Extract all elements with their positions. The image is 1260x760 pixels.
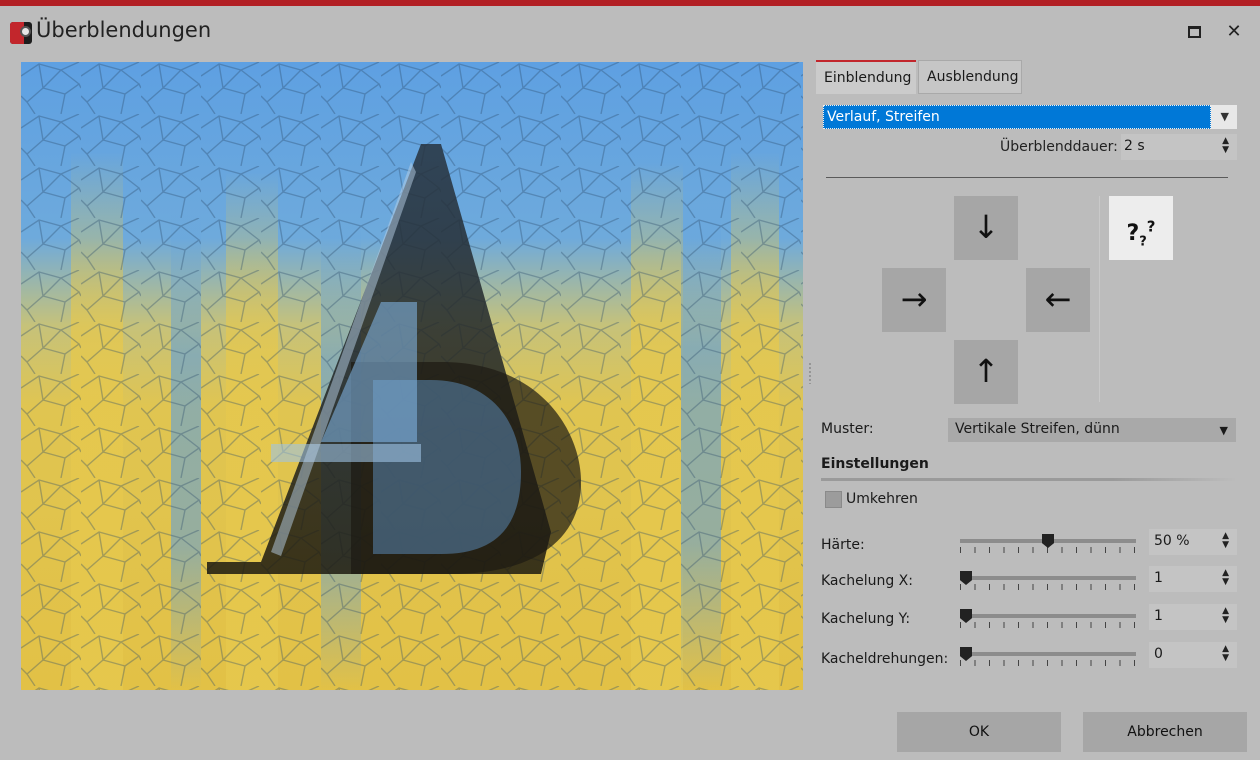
pattern-dropdown[interactable]: Vertikale Streifen, dünn ▼ bbox=[948, 418, 1236, 442]
divider bbox=[826, 177, 1228, 178]
pattern-label: Muster: bbox=[821, 421, 874, 437]
spinner-arrows-icon[interactable]: ▲ ▼ bbox=[1222, 569, 1229, 587]
question-marks-icon: ??? bbox=[1126, 218, 1156, 250]
tile-y-label: Kachelung Y: bbox=[821, 611, 911, 627]
effect-selected-value: Verlauf, Streifen bbox=[823, 105, 1211, 129]
arrow-right-icon: → bbox=[900, 280, 928, 318]
app-camera-icon bbox=[10, 22, 32, 44]
slider-thumb[interactable] bbox=[960, 571, 972, 585]
settings-heading: Einstellungen bbox=[821, 456, 929, 472]
hardness-value: 50 % bbox=[1154, 533, 1190, 549]
reverse-checkbox[interactable] bbox=[825, 491, 842, 508]
arrow-left-icon: ← bbox=[1044, 280, 1072, 318]
spinner-arrows-icon[interactable]: ▲ ▼ bbox=[1222, 137, 1229, 155]
direction-down-button[interactable]: ↓ bbox=[954, 196, 1018, 260]
pattern-value: Vertikale Streifen, dünn bbox=[955, 421, 1120, 437]
tile-rotation-stepper[interactable]: 0 ▲ ▼ bbox=[1149, 642, 1237, 668]
direction-up-button[interactable]: ↑ bbox=[954, 340, 1018, 404]
settings-underline bbox=[821, 478, 1237, 481]
tile-x-stepper[interactable]: 1 ▲ ▼ bbox=[1149, 566, 1237, 592]
direction-left-button[interactable]: ← bbox=[1026, 268, 1090, 332]
effect-dropdown[interactable]: Verlauf, Streifen ▼ bbox=[823, 105, 1237, 129]
duration-label: Überblenddauer: bbox=[1000, 139, 1118, 155]
duration-stepper[interactable]: 2 s ▲ ▼ bbox=[1121, 134, 1237, 160]
tab-ausblendung[interactable]: Ausblendung bbox=[918, 60, 1022, 94]
tile-x-slider[interactable] bbox=[960, 571, 1136, 591]
arrow-down-icon: ↓ bbox=[972, 208, 1000, 246]
slider-thumb[interactable] bbox=[1042, 534, 1054, 548]
chevron-down-icon: ▼ bbox=[1220, 110, 1229, 123]
tile-rotation-value: 0 bbox=[1154, 646, 1163, 662]
title-bar: Überblendungen ✕ bbox=[0, 6, 1260, 54]
tile-y-value: 1 bbox=[1154, 608, 1163, 624]
tile-y-slider[interactable] bbox=[960, 609, 1136, 629]
ok-button[interactable]: OK bbox=[897, 712, 1061, 752]
reverse-label[interactable]: Umkehren bbox=[846, 491, 918, 507]
hardness-slider[interactable] bbox=[960, 534, 1136, 554]
tile-x-label: Kachelung X: bbox=[821, 573, 913, 589]
maximize-button[interactable] bbox=[1182, 20, 1206, 44]
hardness-stepper[interactable]: 50 % ▲ ▼ bbox=[1149, 529, 1237, 555]
panel-splitter-handle[interactable] bbox=[806, 362, 814, 386]
tab-einblendung[interactable]: Einblendung bbox=[816, 60, 916, 94]
random-direction-button[interactable]: ??? bbox=[1109, 196, 1173, 260]
close-button[interactable]: ✕ bbox=[1222, 20, 1246, 44]
slider-thumb[interactable] bbox=[960, 609, 972, 623]
slider-thumb[interactable] bbox=[960, 647, 972, 661]
cancel-button[interactable]: Abbrechen bbox=[1083, 712, 1247, 752]
close-icon: ✕ bbox=[1226, 21, 1242, 42]
window-title: Überblendungen bbox=[36, 18, 212, 42]
maximize-icon bbox=[1187, 26, 1201, 38]
duration-value: 2 s bbox=[1124, 138, 1145, 154]
tile-rotation-label: Kacheldrehungen: bbox=[821, 651, 949, 667]
vertical-divider bbox=[1099, 196, 1100, 402]
tile-y-stepper[interactable]: 1 ▲ ▼ bbox=[1149, 604, 1237, 630]
hardness-label: Härte: bbox=[821, 537, 865, 553]
transition-preview bbox=[21, 62, 803, 690]
arrow-up-icon: ↑ bbox=[972, 352, 1000, 390]
spinner-arrows-icon[interactable]: ▲ ▼ bbox=[1222, 607, 1229, 625]
spinner-arrows-icon[interactable]: ▲ ▼ bbox=[1222, 645, 1229, 663]
tile-rotation-slider[interactable] bbox=[960, 647, 1136, 667]
tile-x-value: 1 bbox=[1154, 570, 1163, 586]
chevron-down-icon: ▼ bbox=[1219, 424, 1228, 437]
direction-right-button[interactable]: → bbox=[882, 268, 946, 332]
spinner-arrows-icon[interactable]: ▲ ▼ bbox=[1222, 532, 1229, 550]
